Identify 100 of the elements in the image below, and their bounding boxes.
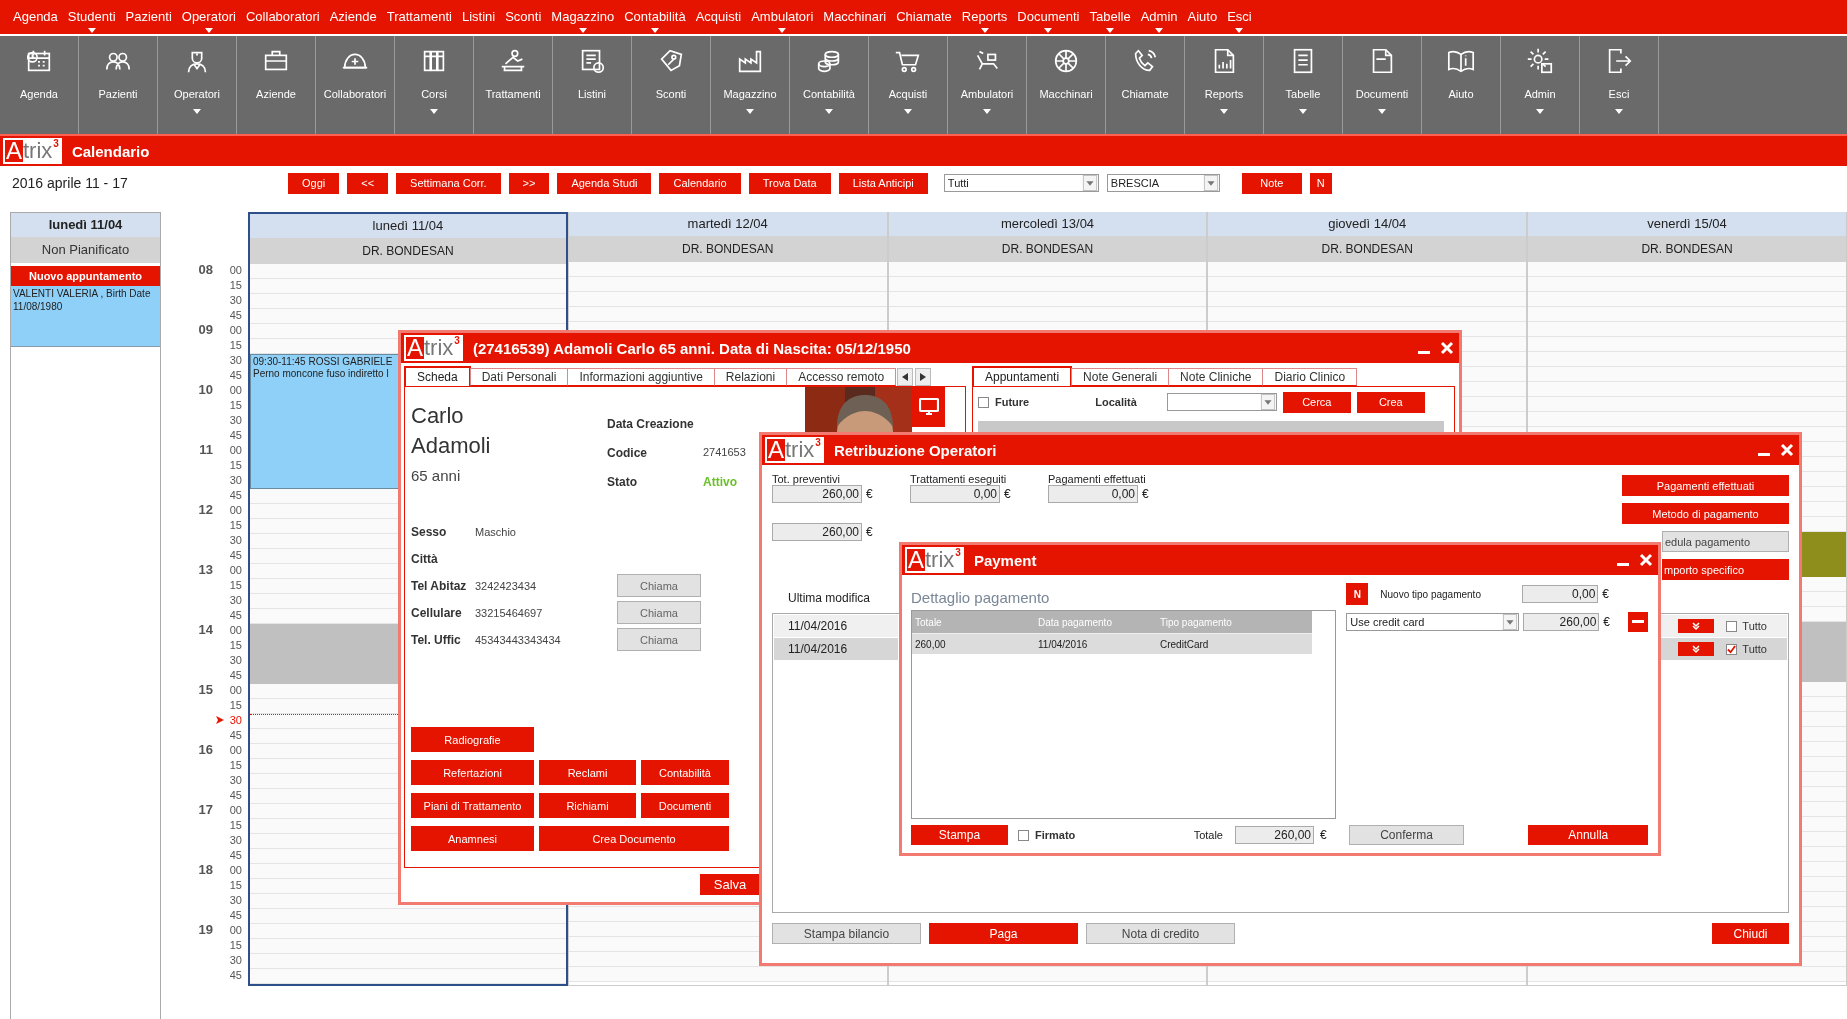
menu-item[interactable]: Reports [956,8,1013,26]
search-action-button[interactable]: Crea [1356,391,1425,413]
payment-option-button[interactable]: Pagamenti effettuati [1622,475,1789,496]
action-button[interactable]: Piani di Trattamento [411,793,534,818]
checkbox[interactable] [1726,643,1738,655]
amount-field[interactable]: 260,00 [1523,613,1600,631]
menu-item[interactable]: Pazienti [120,8,177,26]
menu-item[interactable]: Trattamenti [381,8,457,26]
menu-item[interactable]: Documenti [1012,8,1085,26]
amount-field[interactable]: 260,00 [772,523,862,541]
menu-item[interactable]: Agenda [8,8,63,26]
call-button[interactable]: Chiama [617,574,701,597]
cancel-button[interactable]: Annulla [1528,825,1648,845]
action-button[interactable]: Richiami [539,793,636,818]
call-button[interactable]: Chiama [617,628,701,651]
checkbox[interactable] [978,396,989,408]
amount-field[interactable]: 0,00 [1522,585,1599,603]
amount-field[interactable]: 260,00 [1235,826,1314,844]
checkbox[interactable] [1726,620,1738,632]
expand-button[interactable] [1678,642,1715,656]
nav-button[interactable]: Agenda Studi [557,172,652,194]
print-button[interactable]: Stampa [911,825,1008,845]
appointment[interactable]: 09:30-11:45 ROSSI GABRIELE Perno moncone fuso indiretto l [250,354,400,489]
payment-method-dropdown[interactable]: Use credit card [1346,613,1520,631]
menu-item[interactable]: Chiamate [891,8,957,26]
dropdown-field[interactable]: Tutti [943,174,1099,192]
expand-button[interactable] [1678,619,1715,633]
menu-item[interactable]: Aziende [324,8,382,26]
tab[interactable]: Note Generali [1071,368,1170,386]
remove-button[interactable] [1628,612,1648,632]
column-header: Totale [914,616,943,628]
nav-button[interactable]: Settimana Corr. [396,172,501,194]
menu-item[interactable]: Magazzino [546,8,620,26]
currency-label: € [866,525,873,539]
menu-item[interactable]: Operatori [176,8,241,26]
location-dropdown[interactable] [1166,393,1277,411]
tab[interactable]: Informazioni aggiuntive [567,368,715,386]
payment-option-button[interactable]: mporto specifico [1662,559,1789,580]
action-button[interactable]: Contabilità [641,760,729,785]
nav-button[interactable]: Oggi [288,172,340,194]
payment-option-button[interactable]: Metodo di pagamento [1622,503,1789,524]
nav-button[interactable]: Calendario [659,172,741,194]
save-button[interactable]: Salva [700,874,760,895]
nav-button[interactable]: Trova Data [748,172,831,194]
action-button[interactable]: Anamnesi [411,826,534,851]
dropdown-field[interactable]: BRESCIA [1106,174,1220,192]
close-window-button[interactable]: Chiudi [1712,923,1789,944]
tab[interactable]: Note Cliniche [1168,368,1264,386]
menu-item[interactable]: Tabelle [1084,8,1136,26]
remote-access-button[interactable] [912,387,945,427]
field-label: Stato [607,475,637,491]
menu-item[interactable]: Contabilità [619,8,691,26]
amount-field[interactable]: 260,00 [772,485,862,503]
footer-button[interactable]: Stampa bilancio [772,923,921,944]
tab[interactable]: Relazioni [713,368,788,386]
new-appointment-button[interactable]: Nuovo appuntamento [11,266,160,286]
checkbox[interactable] [1018,829,1029,841]
toolbar-button[interactable]: N [1309,172,1332,194]
menu-item[interactable]: Acquisti [690,8,747,26]
menu-item[interactable]: Esci [1222,8,1257,26]
menu-item[interactable]: Ambulatori [746,8,819,26]
menu-item[interactable]: Admin [1135,8,1183,26]
footer-button[interactable]: Paga [929,923,1078,944]
toolbar-button[interactable]: Note [1241,172,1302,194]
scroll-right-button[interactable] [915,368,932,386]
nav-button[interactable]: >> [508,172,550,194]
amount-field[interactable]: 0,00 [1048,485,1138,503]
monitor-icon [918,398,939,416]
list-row[interactable]: 11/04/2016 [774,615,898,637]
action-button[interactable]: Reclami [539,760,636,785]
footer-button[interactable]: Nota di credito [1086,923,1235,944]
tab[interactable]: Scheda [404,366,471,386]
tab[interactable]: Dati Personali [469,368,569,386]
amount-field[interactable]: 0,00 [910,485,1000,503]
menu-item[interactable]: Aiuto [1182,8,1223,26]
payment-option-button[interactable]: edula pagamento [1662,531,1789,552]
menu-item[interactable]: Macchinari [818,8,892,26]
menu-item[interactable]: Collaboratori [241,8,325,26]
action-button[interactable]: Crea Documento [539,826,729,851]
column-header: Data pagamento [1037,616,1113,628]
menu-item[interactable]: Studenti [62,8,121,26]
call-button[interactable]: Chiama [617,601,701,624]
new-payment-type-button[interactable]: N [1346,583,1369,605]
search-action-button[interactable]: Cerca [1282,391,1351,413]
nav-button[interactable]: << [347,172,389,194]
scroll-left-button[interactable] [897,368,914,386]
menu-item[interactable]: Sconti [500,8,547,26]
minute-label: 15 [228,458,242,471]
nav-button[interactable]: Lista Anticipi [838,172,928,194]
tab[interactable]: Diario Clinico [1262,368,1358,386]
tab[interactable]: Accesso remoto [786,368,897,386]
tab[interactable]: Appuntamenti [972,366,1073,386]
action-button[interactable]: Radiografie [411,727,534,752]
action-button[interactable]: Refertazioni [411,760,534,785]
action-button[interactable]: Documenti [641,793,729,818]
minute-label: 15 [228,398,242,411]
confirm-button[interactable]: Conferma [1348,825,1465,845]
list-row[interactable]: 11/04/2016 [774,638,898,660]
menu-item[interactable]: Listini [456,8,501,26]
hour-label: 11 [198,442,213,457]
